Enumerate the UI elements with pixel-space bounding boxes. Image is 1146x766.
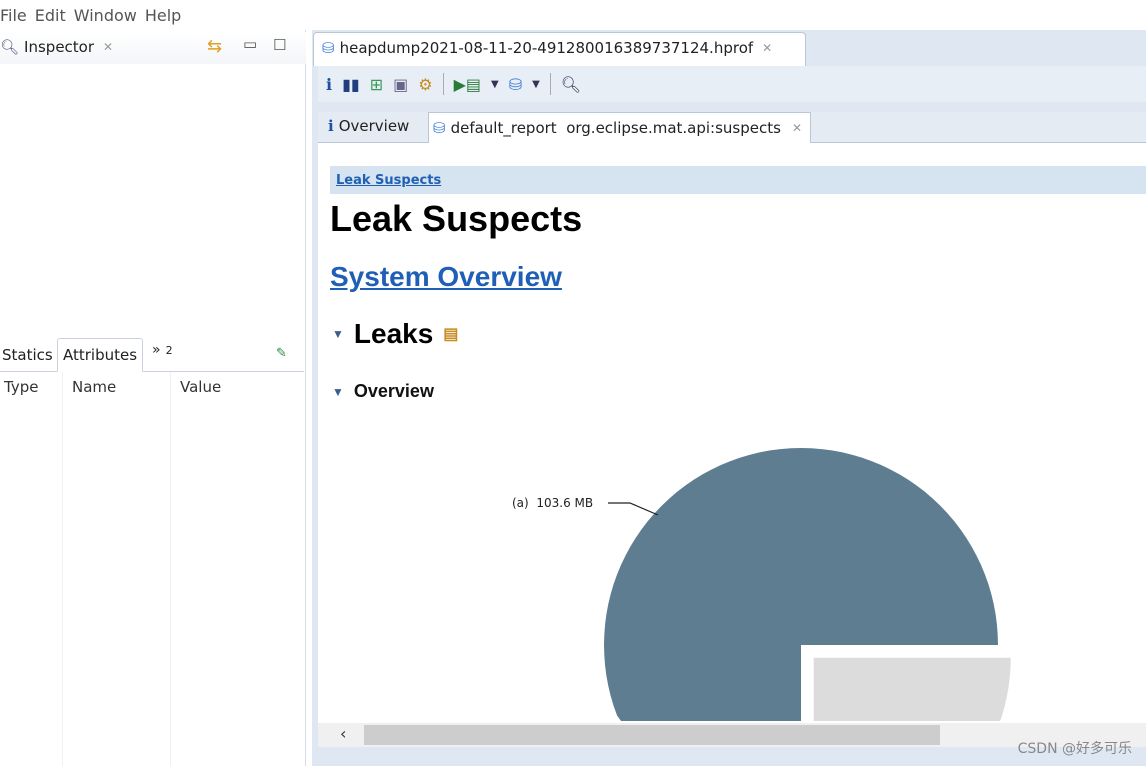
info-icon[interactable]: i <box>326 75 332 94</box>
column-divider <box>170 372 171 766</box>
maximize-icon[interactable]: ☐ <box>273 36 286 54</box>
sync-icon[interactable]: ⇆ <box>207 36 222 57</box>
tab-default-report[interactable]: ⛁ default_report org.eclipse.mat.api:sus… <box>428 112 811 143</box>
oql-icon[interactable]: ▣ <box>393 75 408 94</box>
search-icon[interactable]: 🔍︎ <box>561 75 581 94</box>
pin-icon[interactable]: ✎ <box>276 346 287 361</box>
dropdown-arrow-icon[interactable]: ▼ <box>532 79 540 90</box>
editor-toolbar: i ▮▮ ⊞ ▣ ⚙ ▶▤ ▼ ⛁ ▼ 🔍︎ <box>318 66 1146 102</box>
report-content: Leak Suspects Leak Suspects System Overv… <box>318 143 1146 723</box>
tab-statics[interactable]: Statics <box>2 346 53 364</box>
minimize-icon[interactable]: ▭ <box>243 35 257 53</box>
close-icon[interactable]: ✕ <box>762 41 772 55</box>
pie-label-a: (a) 103.6 MB <box>512 496 593 510</box>
menu-file[interactable]: File <box>0 6 35 25</box>
query-browser-icon[interactable]: ⛁ <box>509 75 522 94</box>
info-icon: i <box>328 117 334 135</box>
separator <box>549 73 551 95</box>
inspector-tabbar: 🔍︎ Inspector ✕ ⇆ ▭ ☐ <box>0 32 306 64</box>
more-tabs-button[interactable]: » 2 <box>152 342 173 358</box>
close-icon[interactable]: ✕ <box>792 121 802 135</box>
scrollbar-thumb[interactable] <box>364 725 940 745</box>
tab-inspector[interactable]: 🔍︎ Inspector ✕ <box>0 38 113 56</box>
menu-window[interactable]: Window <box>74 6 145 25</box>
inspector-lower-tabs: Statics Attributes » 2 ✎ <box>0 338 304 372</box>
menu-bar: File Edit Window Help <box>0 0 1146 30</box>
column-name[interactable]: Name <box>72 378 116 396</box>
thread-icon[interactable]: ⚙ <box>418 75 432 94</box>
watermark: CSDN @好多可乐 <box>1017 741 1132 757</box>
dropdown-arrow-icon[interactable]: ▼ <box>491 79 499 90</box>
pie-chart: (a) 103.6 MB <box>512 448 1011 721</box>
column-type[interactable]: Type <box>4 378 38 396</box>
tab-attributes[interactable]: Attributes <box>57 338 144 372</box>
tab-overview[interactable]: i Overview <box>328 117 409 135</box>
menu-edit[interactable]: Edit <box>35 6 74 25</box>
pie-slice-other[interactable] <box>813 657 1011 721</box>
histogram-icon[interactable]: ▮▮ <box>342 75 360 94</box>
dominator-tree-icon[interactable]: ⊞ <box>370 75 383 94</box>
magnifier-icon: 🔍︎ <box>0 38 20 56</box>
column-value[interactable]: Value <box>180 378 221 396</box>
run-report-icon[interactable]: ▶▤ <box>454 75 481 94</box>
tab-heapdump[interactable]: ⛁ heapdump2021-08-11-20-4912800163897371… <box>313 32 806 66</box>
separator <box>442 73 444 95</box>
report-tabs: i Overview ⛁ default_report org.eclipse.… <box>318 112 1146 143</box>
close-icon[interactable]: ✕ <box>103 40 113 54</box>
report-icon: ⛁ <box>433 119 446 137</box>
database-icon: ⛁ <box>322 39 335 57</box>
column-divider <box>62 372 63 766</box>
pie-label-leader <box>608 502 659 516</box>
menu-help[interactable]: Help <box>145 6 189 25</box>
scroll-left-icon[interactable]: ‹ <box>340 724 346 743</box>
attributes-table-header: Type Name Value <box>0 372 304 402</box>
